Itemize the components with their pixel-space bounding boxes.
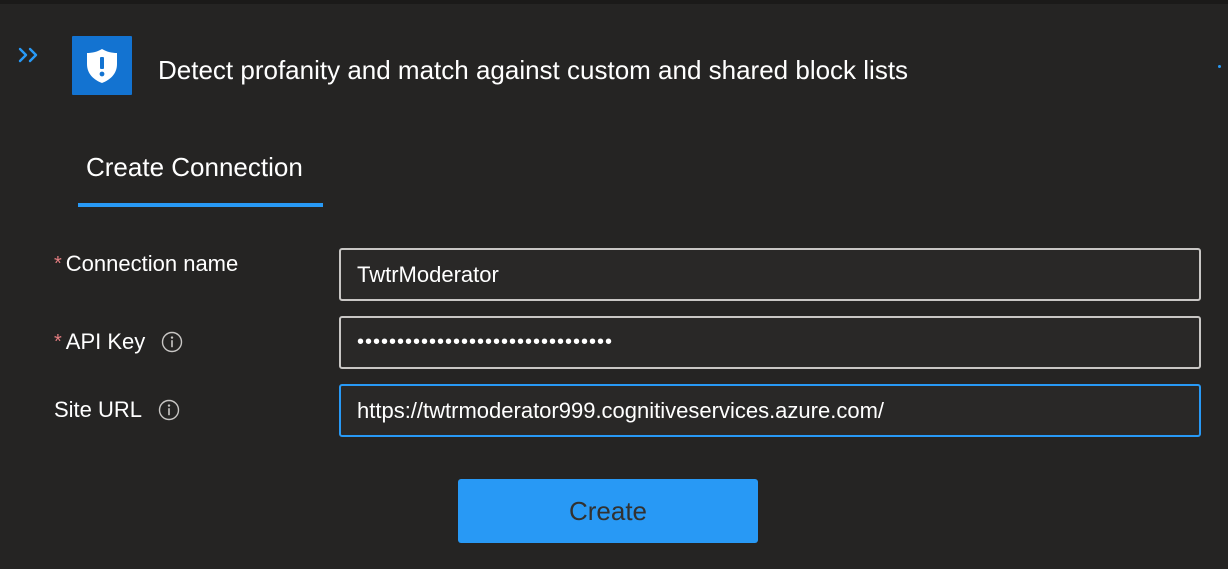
api-key-input[interactable] [339, 316, 1201, 369]
page-title: Detect profanity and match against custo… [158, 55, 909, 85]
corner-indicator [1218, 65, 1221, 68]
required-marker: * [54, 331, 62, 353]
api-key-label: * API Key [54, 328, 183, 356]
tab-selected-indicator [78, 203, 323, 207]
api-key-label-text: API Key [65, 329, 146, 354]
connection-name-label-text: Connection name [65, 251, 239, 276]
connection-name-input[interactable] [339, 248, 1201, 301]
site-url-label-text: Site URL [54, 397, 143, 422]
double-chevron-right-icon[interactable] [14, 44, 44, 68]
info-icon[interactable] [161, 331, 183, 353]
tab-label: Create Connection [86, 152, 303, 182]
tab-create-connection[interactable]: Create Connection [78, 146, 323, 208]
info-icon[interactable] [158, 399, 180, 421]
connection-name-label: * Connection name [54, 250, 238, 278]
window-top-edge [0, 0, 1228, 4]
site-url-label: Site URL [54, 396, 180, 424]
app-icon-tile [72, 36, 132, 95]
site-url-input[interactable] [339, 384, 1201, 437]
shield-exclamation-icon [87, 49, 117, 83]
required-marker: * [54, 253, 62, 275]
create-button[interactable]: Create [458, 479, 758, 543]
